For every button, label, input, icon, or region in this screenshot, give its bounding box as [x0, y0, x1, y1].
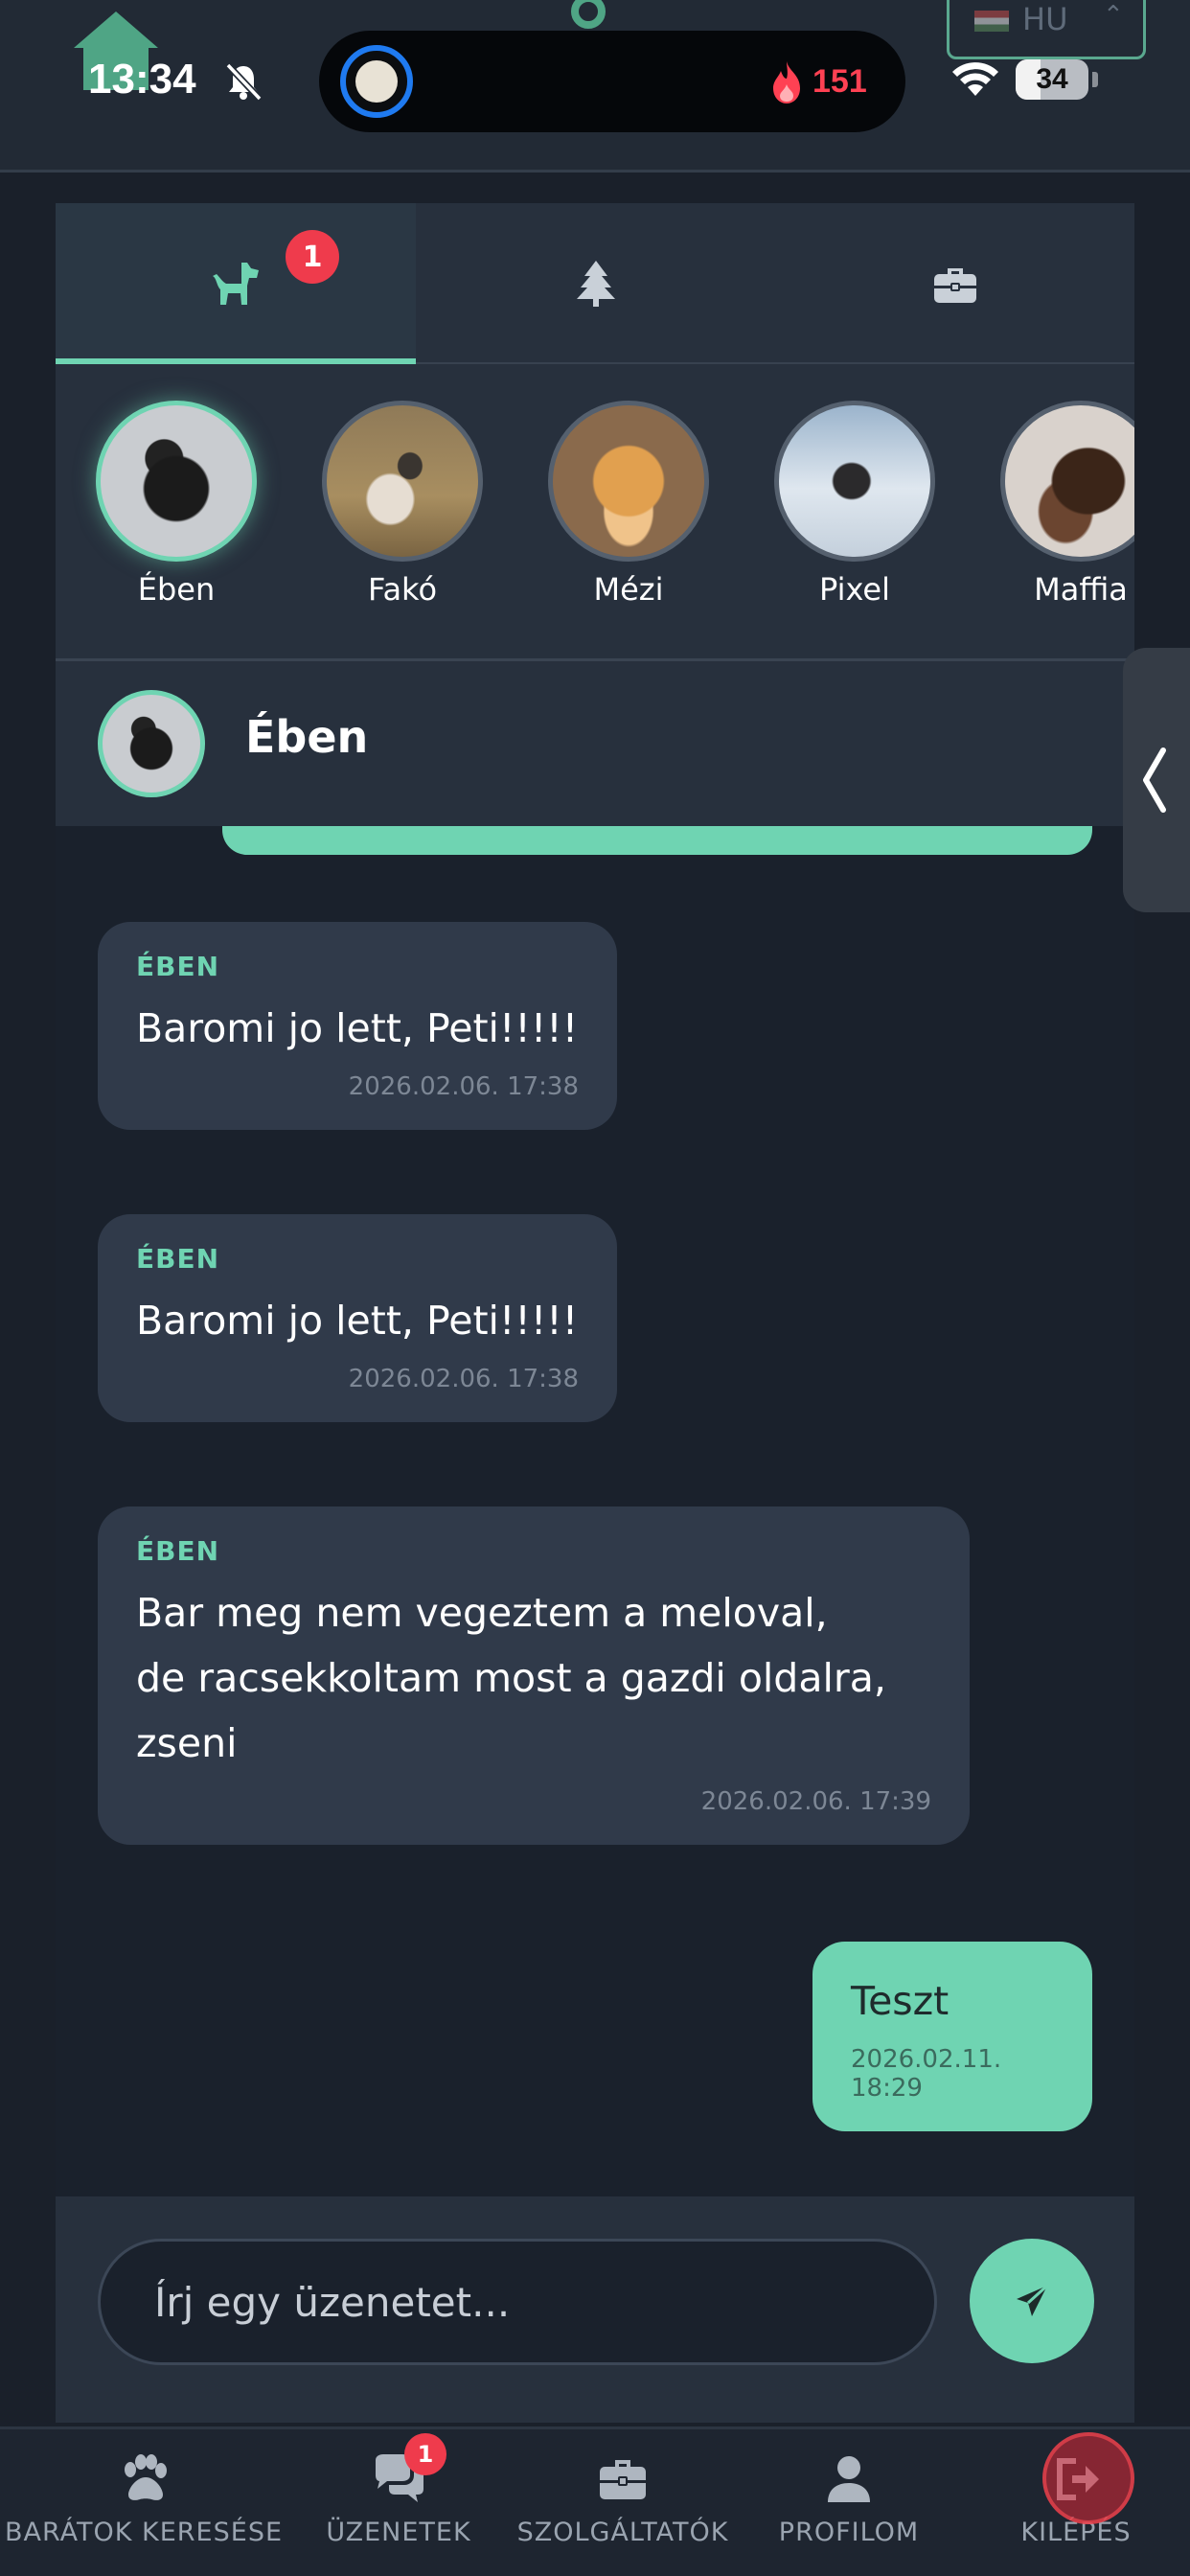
pet-name: Pixel: [818, 571, 890, 608]
nav-label: SZOLGÁLTATÓK: [516, 2518, 729, 2547]
message-text-line: de racsekkoltam most a gazdi oldalra,: [136, 1655, 886, 1701]
pet-item-maffia[interactable]: Maffia: [995, 401, 1134, 608]
nav-label: BARÁTOK KERESÉSE: [4, 2518, 284, 2547]
briefcase-icon: [934, 268, 976, 303]
chat-panel: 1 Ében Fakó Mézi Pixel Maffia Ében ÉBEN …: [56, 203, 1134, 2423]
message-text: Bar meg nem vegeztem a meloval, de racse…: [136, 1580, 931, 1776]
nav-messages[interactable]: 1 ÜZENETEK: [287, 2429, 510, 2576]
tab-pets[interactable]: 1: [56, 203, 416, 366]
wifi-icon: [952, 62, 998, 96]
incoming-message-bubble: ÉBEN Baromi jo lett, Peti!!!!! 2026.02.0…: [98, 922, 617, 1130]
pet-name: Mézi: [593, 571, 664, 608]
fire-icon: [773, 61, 800, 104]
status-bar: 13:34 151 HU ⌃ 34: [0, 0, 1190, 172]
battery-icon: 34: [1016, 59, 1088, 100]
nav-label: ÜZENETEK: [326, 2518, 471, 2547]
incoming-message-bubble: ÉBEN Bar meg nem vegeztem a meloval, de …: [98, 1506, 970, 1845]
side-drawer-handle[interactable]: [1123, 648, 1190, 912]
bottom-navigation: BARÁTOK KERESÉSE 1 ÜZENETEK SZOLGÁLTATÓK…: [0, 2426, 1190, 2576]
tree-icon: [577, 261, 615, 307]
message-timestamp: 2026.02.06. 17:38: [348, 1365, 579, 1393]
streak-count: 151: [812, 63, 867, 100]
message-sender: ÉBEN: [136, 1535, 220, 1567]
message-input[interactable]: [98, 2239, 937, 2365]
dynamic-island[interactable]: 151: [319, 31, 905, 132]
battery-percent: 34: [1036, 63, 1068, 95]
message-list[interactable]: ÉBEN Baromi jo lett, Peti!!!!! 2026.02.0…: [56, 826, 1134, 2196]
chevron-left-icon: [1143, 748, 1166, 813]
pet-name: Fakó: [367, 571, 438, 608]
bell-off-icon: [225, 62, 263, 102]
paw-icon: [125, 2454, 167, 2500]
live-activity-avatar: [340, 45, 413, 118]
pet-item-fako[interactable]: Fakó: [316, 401, 489, 608]
pet-item-eben[interactable]: Ében: [90, 401, 263, 608]
message-text: Baromi jo lett, Peti!!!!!: [136, 1298, 579, 1344]
language-label: HU: [1022, 1, 1068, 37]
pet-name: Ében: [137, 571, 216, 608]
tab-services[interactable]: [776, 203, 1134, 364]
tab-badge: 1: [286, 230, 339, 284]
chevron-updown-icon: ⌃: [1103, 1, 1124, 30]
pet-name: Maffia: [1034, 571, 1128, 608]
send-button[interactable]: [970, 2239, 1094, 2363]
send-icon: [1017, 2284, 1049, 2316]
incoming-message-bubble: ÉBEN Baromi jo lett, Peti!!!!! 2026.02.0…: [98, 1214, 617, 1422]
user-icon: [828, 2456, 870, 2502]
message-text-line: zseni: [136, 1720, 238, 1766]
pet-selector: Ében Fakó Mézi Pixel Maffia: [56, 364, 1134, 661]
app-logo-icon: [571, 0, 606, 29]
chat-header: Ében: [56, 661, 1134, 826]
pet-item-mezi[interactable]: Mézi: [542, 401, 715, 608]
outgoing-message-bubble-partial: [222, 826, 1092, 855]
message-timestamp: 2026.02.06. 17:39: [700, 1787, 931, 1816]
message-sender: ÉBEN: [136, 951, 220, 982]
briefcase-icon: [600, 2460, 646, 2499]
pet-avatar: [322, 401, 483, 562]
message-text: Teszt: [851, 1978, 950, 2024]
message-sender: ÉBEN: [136, 1243, 220, 1275]
pet-avatar: [548, 401, 709, 562]
status-time: 13:34: [88, 56, 196, 103]
message-composer: [56, 2196, 1134, 2423]
category-tabs: 1: [56, 203, 1134, 366]
nav-find-friends[interactable]: BARÁTOK KERESÉSE: [0, 2429, 287, 2576]
chat-title: Ében: [245, 711, 369, 763]
nav-label: PROFILOM: [778, 2518, 920, 2547]
pet-avatar: [1000, 401, 1134, 562]
pet-avatar: [96, 401, 257, 562]
nav-providers[interactable]: SZOLGÁLTATÓK: [510, 2429, 736, 2576]
flag-icon: [974, 11, 1009, 32]
message-text: Baromi jo lett, Peti!!!!!: [136, 1005, 579, 1051]
pet-avatar: [774, 401, 935, 562]
tab-nature[interactable]: [416, 203, 776, 364]
message-timestamp: 2026.02.06. 17:38: [348, 1072, 579, 1101]
pet-item-pixel[interactable]: Pixel: [768, 401, 941, 608]
dog-icon: [213, 263, 259, 305]
message-timestamp: 2026.02.11. 18:29: [851, 2045, 1002, 2103]
nav-badge: 1: [404, 2433, 446, 2475]
outgoing-message-bubble: Teszt 2026.02.11. 18:29: [812, 1942, 1092, 2131]
message-text-line: Bar meg nem vegeztem a meloval,: [136, 1590, 828, 1636]
language-select[interactable]: HU ⌃: [947, 0, 1146, 59]
avatar[interactable]: [98, 690, 205, 797]
nav-profile[interactable]: PROFILOM: [736, 2429, 962, 2576]
battery-tip: [1092, 72, 1098, 87]
touch-indicator: [1042, 2432, 1134, 2524]
